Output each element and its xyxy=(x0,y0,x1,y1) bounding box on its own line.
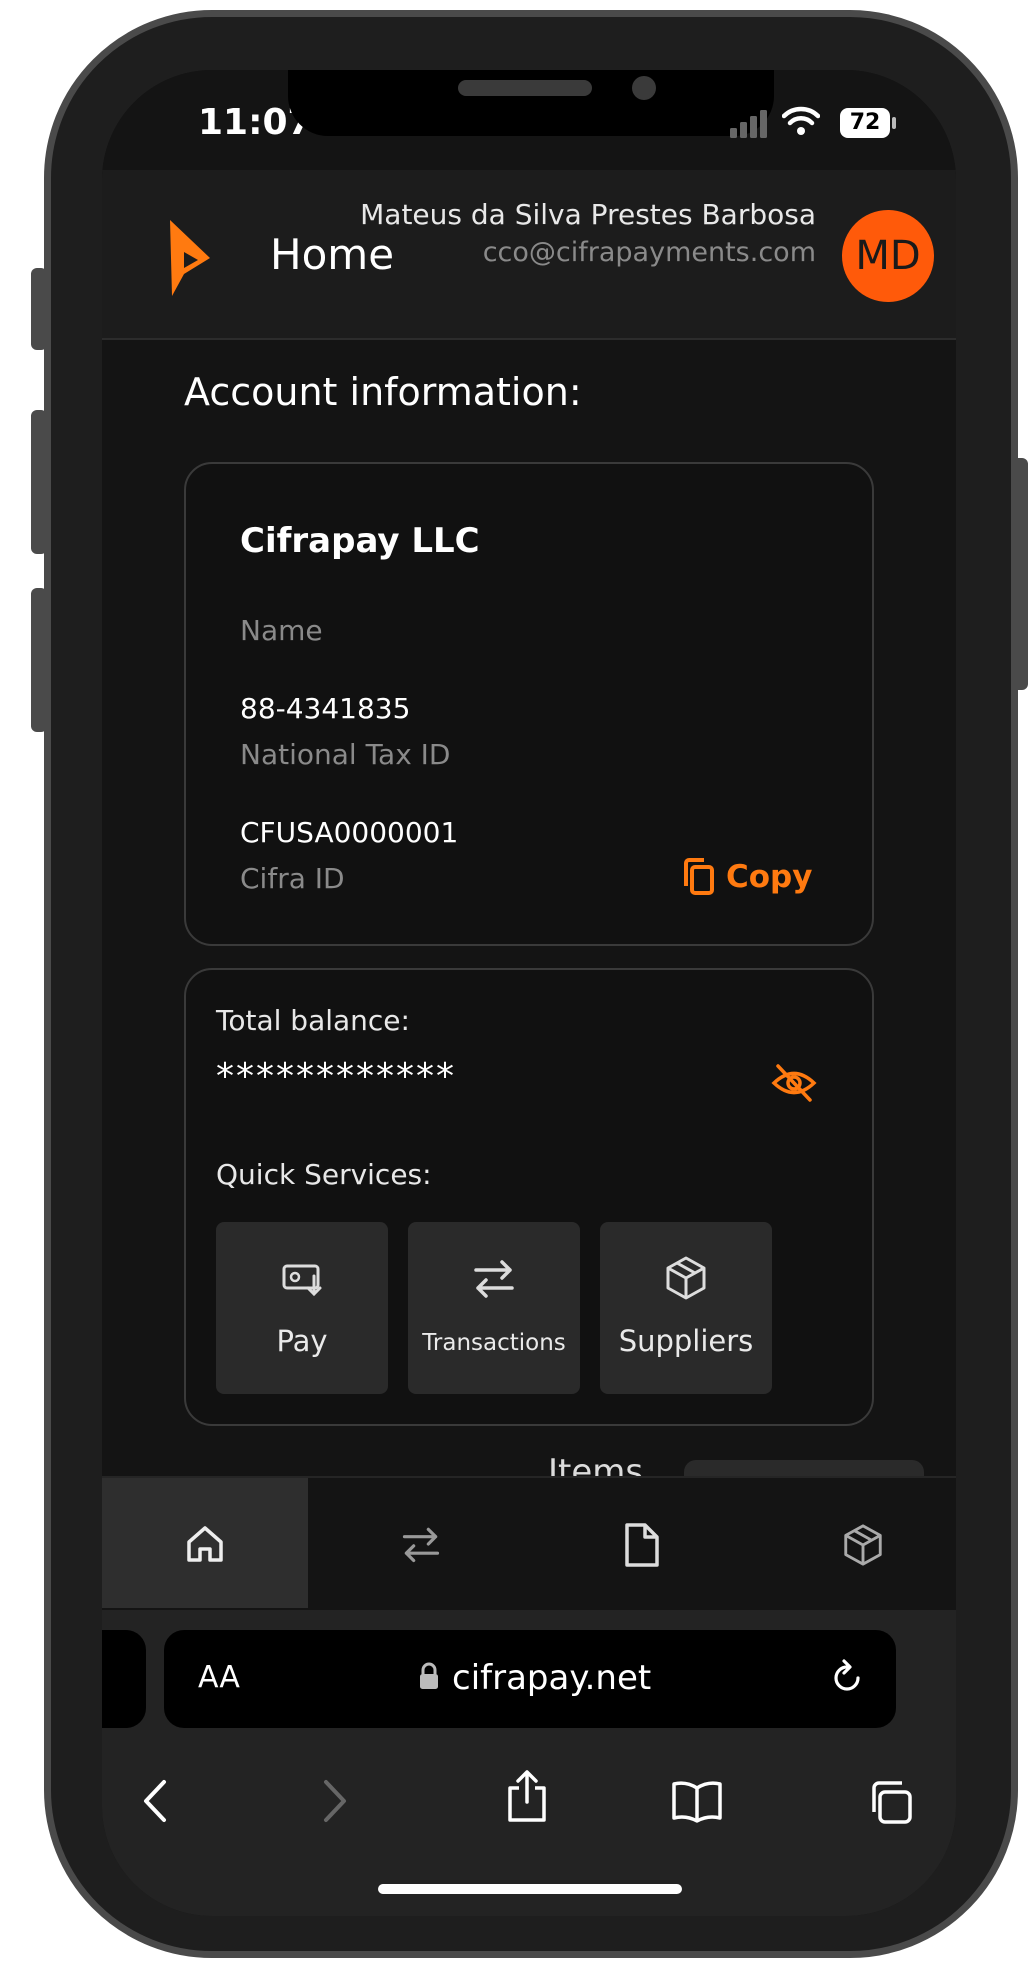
pay-icon xyxy=(282,1264,322,1297)
bookmarks-icon[interactable] xyxy=(670,1778,724,1824)
cifrapay-logo-icon[interactable] xyxy=(164,218,214,298)
nav-suppliers[interactable] xyxy=(760,1478,956,1608)
avatar[interactable]: MD xyxy=(842,210,934,302)
status-bar: 11:07 72 xyxy=(102,70,956,170)
battery-level: 72 xyxy=(840,108,890,138)
camera xyxy=(632,76,656,100)
name-label: Name xyxy=(240,614,323,647)
browser-chrome: AA cifrapay.net xyxy=(102,1610,956,1916)
home-icon xyxy=(187,1526,223,1562)
quick-services-label: Quick Services: xyxy=(216,1158,432,1191)
previous-tab[interactable] xyxy=(102,1630,146,1728)
user-email: cco@cifrapayments.com xyxy=(482,237,816,268)
section-heading: Account information: xyxy=(184,370,582,414)
cifra-id-label: Cifra ID xyxy=(240,862,345,895)
tax-id-label: National Tax ID xyxy=(240,738,451,771)
battery-nub xyxy=(892,117,896,129)
forward-icon[interactable] xyxy=(320,1778,350,1824)
url-text: cifrapay.net xyxy=(452,1658,652,1698)
notch xyxy=(288,70,774,136)
cifra-id-value: CFUSA0000001 xyxy=(240,816,459,849)
quick-service-label: Pay xyxy=(276,1324,328,1358)
text-size-button[interactable]: AA xyxy=(198,1660,240,1695)
transfer-arrows-icon xyxy=(474,1260,514,1298)
cellular-signal-icon xyxy=(730,110,767,138)
copy-button[interactable]: Copy xyxy=(682,858,812,896)
quick-service-pay[interactable]: Pay xyxy=(216,1222,388,1394)
box-icon xyxy=(844,1524,882,1566)
balance-card: Total balance: ************ Quick Servic… xyxy=(184,968,874,1426)
box-icon xyxy=(666,1256,706,1300)
quick-service-transactions[interactable]: Transactions xyxy=(408,1222,580,1394)
user-info: Mateus da Silva Prestes Barbosa cco@cifr… xyxy=(356,196,816,272)
transfer-arrows-icon xyxy=(402,1527,440,1563)
quick-service-label: Suppliers xyxy=(618,1324,754,1358)
speaker xyxy=(458,80,592,96)
company-name: Cifrapay LLC xyxy=(240,521,480,561)
tax-id-value: 88-4341835 xyxy=(240,692,411,725)
address-bar[interactable]: AA cifrapay.net xyxy=(164,1630,896,1728)
nav-home[interactable] xyxy=(102,1478,308,1608)
quick-service-label: Transactions xyxy=(422,1330,566,1356)
copy-icon xyxy=(684,858,714,895)
app-header: Home Mateus da Silva Prestes Barbosa cco… xyxy=(102,170,956,340)
share-icon[interactable] xyxy=(504,1768,550,1824)
reload-icon[interactable] xyxy=(828,1658,866,1698)
tabs-icon[interactable] xyxy=(866,1778,914,1826)
bottom-nav xyxy=(102,1476,956,1610)
lock-icon xyxy=(420,1662,438,1689)
wifi-icon xyxy=(782,106,820,135)
eye-off-icon[interactable] xyxy=(770,1062,818,1104)
quick-service-suppliers[interactable]: Suppliers xyxy=(600,1222,772,1394)
nav-transactions[interactable] xyxy=(318,1478,524,1608)
phone-screen: 11:07 72 Home Mateus da Silva Prestes Ba… xyxy=(102,70,956,1916)
user-name: Mateus da Silva Prestes Barbosa xyxy=(360,198,816,231)
balance-value: ************ xyxy=(216,1056,456,1097)
document-icon xyxy=(625,1523,659,1567)
back-icon[interactable] xyxy=(140,1778,170,1824)
copy-label: Copy xyxy=(726,859,813,895)
home-indicator xyxy=(378,1884,682,1894)
balance-label: Total balance: xyxy=(216,1004,410,1037)
account-card: Cifrapay LLC Name 88-4341835 National Ta… xyxy=(184,462,874,946)
nav-documents[interactable] xyxy=(538,1478,744,1608)
